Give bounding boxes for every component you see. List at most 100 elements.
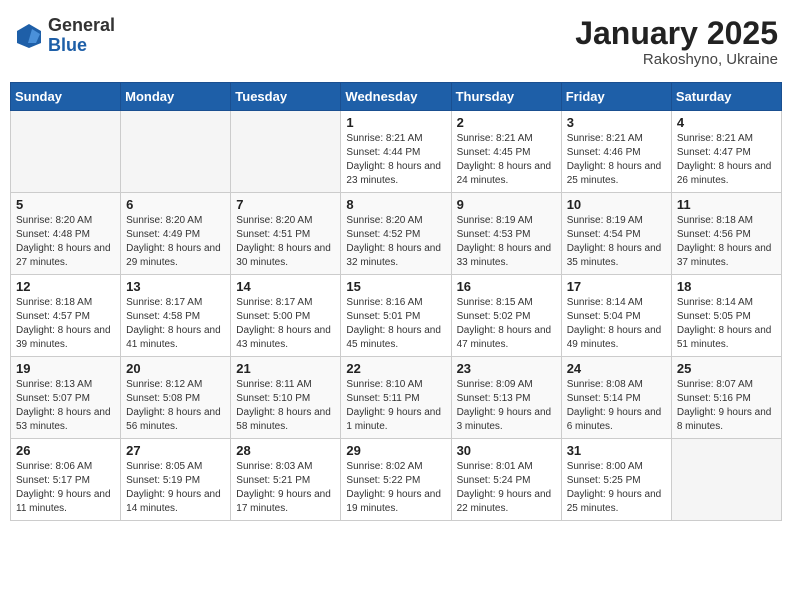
day-info: Sunrise: 8:16 AM Sunset: 5:01 PM Dayligh… (346, 296, 445, 352)
day-number: 4 (677, 115, 776, 130)
day-cell: 19Sunrise: 8:13 AM Sunset: 5:07 PM Dayli… (11, 357, 121, 439)
day-cell: 28 Sunrise: 8:03 AM Sunset: 5:21 PM Dayli… (231, 439, 341, 521)
day-info: Sunrise: 8:08 AM Sunset: 5:14 PM Dayligh… (567, 378, 666, 434)
day-cell: 5Sunrise: 8:20 AM Sunset: 4:48 PM Daylig… (11, 193, 121, 275)
day-cell: 23Sunrise: 8:09 AM Sunset: 5:13 PM Dayli… (451, 357, 561, 439)
day-number: 12 (16, 279, 115, 294)
day-cell: 21 Sunrise: 8:11 AM Sunset: 5:10 PM Dayli… (231, 357, 341, 439)
day-cell: 25Sunrise: 8:07 AM Sunset: 5:16 PM Dayli… (671, 357, 781, 439)
day-cell: 26 Sunrise: 8:06 AM Sunset: 5:17 PM Dayli… (11, 439, 121, 521)
day-number: 13 (126, 279, 225, 294)
day-cell: 14 Sunrise: 8:17 AM Sunset: 5:00 PM Dayli… (231, 275, 341, 357)
day-cell: 30 Sunrise: 8:01 AM Sunset: 5:24 PM Dayli… (451, 439, 561, 521)
day-info: Sunrise: 8:00 AM Sunset: 5:25 PM Dayligh… (567, 460, 666, 516)
day-info: Sunrise: 8:20 AM Sunset: 4:51 PM Dayligh… (236, 214, 335, 270)
day-info: Sunrise: 8:09 AM Sunset: 5:13 PM Dayligh… (457, 378, 556, 434)
day-cell: 9 Sunrise: 8:19 AM Sunset: 4:53 PM Daylig… (451, 193, 561, 275)
day-info: Sunrise: 8:21 AM Sunset: 4:44 PM Dayligh… (346, 132, 445, 188)
week-row-4: 19Sunrise: 8:13 AM Sunset: 5:07 PM Dayli… (11, 357, 782, 439)
day-number: 22 (346, 361, 445, 376)
day-cell (121, 111, 231, 193)
logo-blue-text: Blue (48, 36, 115, 56)
day-info: Sunrise: 8:14 AM Sunset: 5:05 PM Dayligh… (677, 296, 776, 352)
calendar-table: SundayMondayTuesdayWednesdayThursdayFrid… (10, 82, 782, 521)
day-cell: 22 Sunrise: 8:10 AM Sunset: 5:11 PM Dayli… (341, 357, 451, 439)
weekday-header-friday: Friday (561, 83, 671, 111)
day-number: 3 (567, 115, 666, 130)
day-info: Sunrise: 8:15 AM Sunset: 5:02 PM Dayligh… (457, 296, 556, 352)
logo-icon (14, 21, 44, 51)
day-number: 9 (457, 197, 556, 212)
day-info: Sunrise: 8:18 AM Sunset: 4:56 PM Dayligh… (677, 214, 776, 270)
day-number: 19 (16, 361, 115, 376)
day-cell (671, 439, 781, 521)
weekday-header-monday: Monday (121, 83, 231, 111)
day-info: Sunrise: 8:12 AM Sunset: 5:08 PM Dayligh… (126, 378, 225, 434)
weekday-header-saturday: Saturday (671, 83, 781, 111)
day-info: Sunrise: 8:10 AM Sunset: 5:11 PM Dayligh… (346, 378, 445, 434)
day-cell: 12 Sunrise: 8:18 AM Sunset: 4:57 PM Dayli… (11, 275, 121, 357)
month-title: January 2025 (575, 16, 778, 51)
day-info: Sunrise: 8:11 AM Sunset: 5:10 PM Dayligh… (236, 378, 335, 434)
day-cell: 27Sunrise: 8:05 AM Sunset: 5:19 PM Dayli… (121, 439, 231, 521)
weekday-header-wednesday: Wednesday (341, 83, 451, 111)
day-info: Sunrise: 8:03 AM Sunset: 5:21 PM Dayligh… (236, 460, 335, 516)
day-number: 25 (677, 361, 776, 376)
page-header: General Blue January 2025 Rakoshyno, Ukr… (10, 10, 782, 74)
day-info: Sunrise: 8:20 AM Sunset: 4:49 PM Dayligh… (126, 214, 225, 270)
week-row-2: 5Sunrise: 8:20 AM Sunset: 4:48 PM Daylig… (11, 193, 782, 275)
day-number: 21 (236, 361, 335, 376)
day-info: Sunrise: 8:20 AM Sunset: 4:52 PM Dayligh… (346, 214, 445, 270)
day-number: 1 (346, 115, 445, 130)
weekday-header-sunday: Sunday (11, 83, 121, 111)
day-number: 26 (16, 443, 115, 458)
day-cell: 20 Sunrise: 8:12 AM Sunset: 5:08 PM Dayli… (121, 357, 231, 439)
day-cell: 4Sunrise: 8:21 AM Sunset: 4:47 PM Daylig… (671, 111, 781, 193)
week-row-3: 12 Sunrise: 8:18 AM Sunset: 4:57 PM Dayli… (11, 275, 782, 357)
day-cell (231, 111, 341, 193)
day-number: 10 (567, 197, 666, 212)
day-info: Sunrise: 8:06 AM Sunset: 5:17 PM Dayligh… (16, 460, 115, 516)
day-number: 6 (126, 197, 225, 212)
day-number: 20 (126, 361, 225, 376)
day-info: Sunrise: 8:21 AM Sunset: 4:46 PM Dayligh… (567, 132, 666, 188)
weekday-header-tuesday: Tuesday (231, 83, 341, 111)
day-number: 14 (236, 279, 335, 294)
day-cell: 29 Sunrise: 8:02 AM Sunset: 5:22 PM Dayli… (341, 439, 451, 521)
day-number: 18 (677, 279, 776, 294)
day-cell: 1 Sunrise: 8:21 AM Sunset: 4:44 PM Daylig… (341, 111, 451, 193)
day-info: Sunrise: 8:19 AM Sunset: 4:53 PM Dayligh… (457, 214, 556, 270)
day-cell: 6 Sunrise: 8:20 AM Sunset: 4:49 PM Daylig… (121, 193, 231, 275)
day-number: 30 (457, 443, 556, 458)
day-number: 24 (567, 361, 666, 376)
day-cell: 16 Sunrise: 8:15 AM Sunset: 5:02 PM Dayli… (451, 275, 561, 357)
day-info: Sunrise: 8:17 AM Sunset: 5:00 PM Dayligh… (236, 296, 335, 352)
day-number: 11 (677, 197, 776, 212)
day-info: Sunrise: 8:14 AM Sunset: 5:04 PM Dayligh… (567, 296, 666, 352)
day-number: 7 (236, 197, 335, 212)
logo: General Blue (14, 16, 115, 56)
day-cell: 3 Sunrise: 8:21 AM Sunset: 4:46 PM Daylig… (561, 111, 671, 193)
day-cell: 8Sunrise: 8:20 AM Sunset: 4:52 PM Daylig… (341, 193, 451, 275)
day-info: Sunrise: 8:02 AM Sunset: 5:22 PM Dayligh… (346, 460, 445, 516)
day-number: 5 (16, 197, 115, 212)
location: Rakoshyno, Ukraine (575, 51, 778, 68)
weekday-header-thursday: Thursday (451, 83, 561, 111)
day-info: Sunrise: 8:18 AM Sunset: 4:57 PM Dayligh… (16, 296, 115, 352)
day-number: 29 (346, 443, 445, 458)
day-cell: 24 Sunrise: 8:08 AM Sunset: 5:14 PM Dayli… (561, 357, 671, 439)
logo-text: General Blue (48, 16, 115, 56)
day-number: 16 (457, 279, 556, 294)
day-cell: 7 Sunrise: 8:20 AM Sunset: 4:51 PM Daylig… (231, 193, 341, 275)
day-cell: 11 Sunrise: 8:18 AM Sunset: 4:56 PM Dayli… (671, 193, 781, 275)
day-number: 15 (346, 279, 445, 294)
day-cell: 31Sunrise: 8:00 AM Sunset: 5:25 PM Dayli… (561, 439, 671, 521)
day-number: 28 (236, 443, 335, 458)
day-cell: 17 Sunrise: 8:14 AM Sunset: 5:04 PM Dayli… (561, 275, 671, 357)
day-number: 2 (457, 115, 556, 130)
day-number: 17 (567, 279, 666, 294)
day-info: Sunrise: 8:19 AM Sunset: 4:54 PM Dayligh… (567, 214, 666, 270)
week-row-1: 1 Sunrise: 8:21 AM Sunset: 4:44 PM Daylig… (11, 111, 782, 193)
day-info: Sunrise: 8:01 AM Sunset: 5:24 PM Dayligh… (457, 460, 556, 516)
weekday-header-row: SundayMondayTuesdayWednesdayThursdayFrid… (11, 83, 782, 111)
